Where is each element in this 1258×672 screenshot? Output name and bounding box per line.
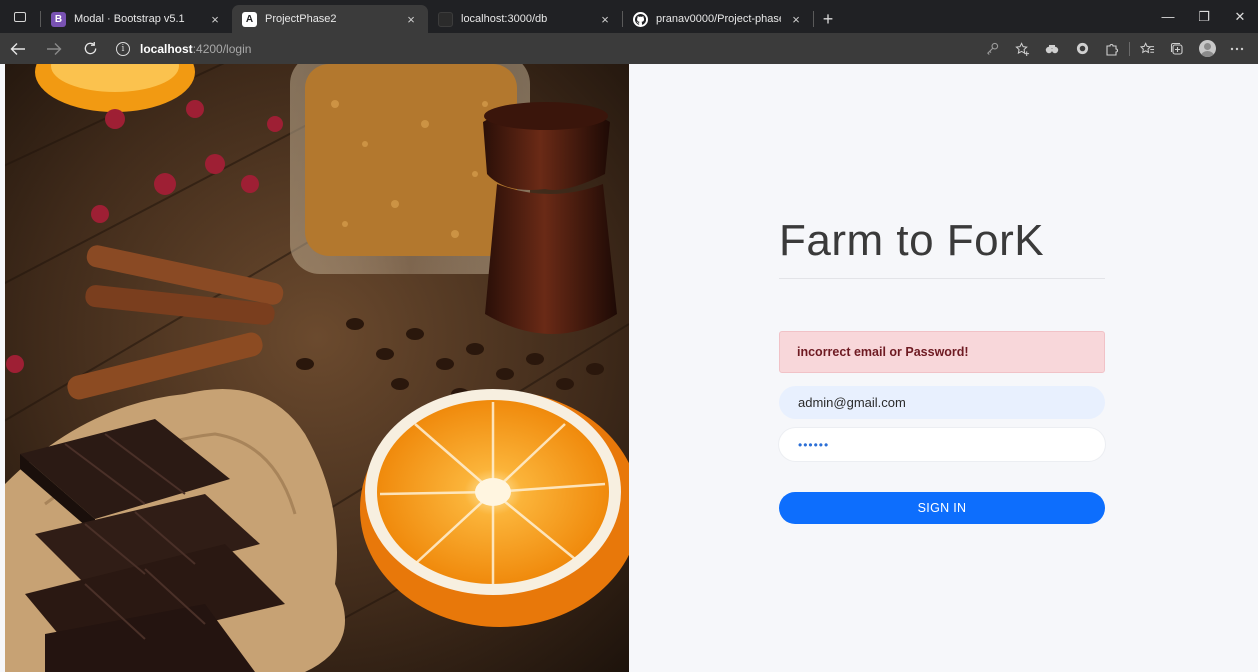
page-icon — [438, 11, 453, 27]
favorites-icon[interactable] — [1132, 33, 1162, 64]
tab-projectphase2[interactable]: A ProjectPhase2 × — [232, 5, 428, 33]
bootstrap-icon: B — [51, 11, 66, 27]
tab-title: ProjectPhase2 — [265, 13, 337, 25]
window-controls: — ❐ ✕ — [1150, 0, 1258, 33]
key-icon[interactable] — [977, 33, 1007, 64]
more-menu-icon[interactable] — [1222, 33, 1252, 64]
password-field[interactable]: •••••• — [779, 428, 1105, 461]
github-icon — [633, 11, 648, 27]
hero-food-image — [5, 64, 629, 672]
error-alert: incorrect email or Password! — [779, 331, 1105, 373]
minimize-button[interactable]: — — [1150, 0, 1186, 33]
close-tab-icon[interactable]: × — [598, 12, 612, 27]
login-page: Farm to ForK incorrect email or Password… — [0, 64, 1258, 672]
close-window-button[interactable]: ✕ — [1222, 0, 1258, 33]
address-bar[interactable]: i localhost:4200/login — [116, 41, 252, 56]
extension-icon[interactable] — [1037, 33, 1067, 64]
tab-localhost-db[interactable]: localhost:3000/db × — [428, 5, 622, 33]
add-favorite-icon[interactable] — [1007, 33, 1037, 64]
refresh-button[interactable] — [72, 33, 108, 64]
tab-bootstrap-modal[interactable]: B Modal · Bootstrap v5.1 × — [41, 5, 232, 33]
toolbar-separator — [1129, 41, 1130, 56]
tab-title: pranav0000/Project-phase-2 — [656, 13, 781, 25]
angular-icon: A — [242, 11, 257, 27]
close-tab-icon[interactable]: × — [404, 12, 418, 27]
new-tab-button[interactable]: + — [814, 5, 842, 33]
tab-actions-icon[interactable] — [0, 0, 40, 33]
record-icon[interactable] — [1067, 33, 1097, 64]
browser-toolbar: i localhost:4200/login — [0, 33, 1258, 64]
url-path: :4200/login — [192, 41, 252, 56]
tab-title: localhost:3000/db — [461, 13, 548, 25]
url-host: localhost — [140, 41, 193, 56]
collections-icon[interactable] — [1162, 33, 1192, 64]
title-divider — [779, 278, 1105, 279]
profile-avatar-icon[interactable] — [1192, 33, 1222, 64]
close-tab-icon[interactable]: × — [208, 12, 222, 27]
browser-tab-bar: B Modal · Bootstrap v5.1 × A ProjectPhas… — [0, 0, 1258, 33]
sign-in-button[interactable]: SIGN IN — [779, 492, 1105, 524]
brand-title: Farm to ForK — [779, 216, 1045, 265]
close-tab-icon[interactable]: × — [789, 12, 803, 27]
tab-github-project[interactable]: pranav0000/Project-phase-2 × — [623, 5, 813, 33]
restore-button[interactable]: ❐ — [1186, 0, 1222, 33]
tab-title: Modal · Bootstrap v5.1 — [74, 13, 185, 25]
toolbar-icons — [977, 33, 1252, 64]
puzzle-extensions-icon[interactable] — [1097, 33, 1127, 64]
email-field[interactable]: admin@gmail.com — [779, 386, 1105, 419]
site-info-icon[interactable]: i — [116, 41, 130, 56]
back-button[interactable] — [0, 33, 36, 64]
forward-button[interactable] — [36, 33, 72, 64]
